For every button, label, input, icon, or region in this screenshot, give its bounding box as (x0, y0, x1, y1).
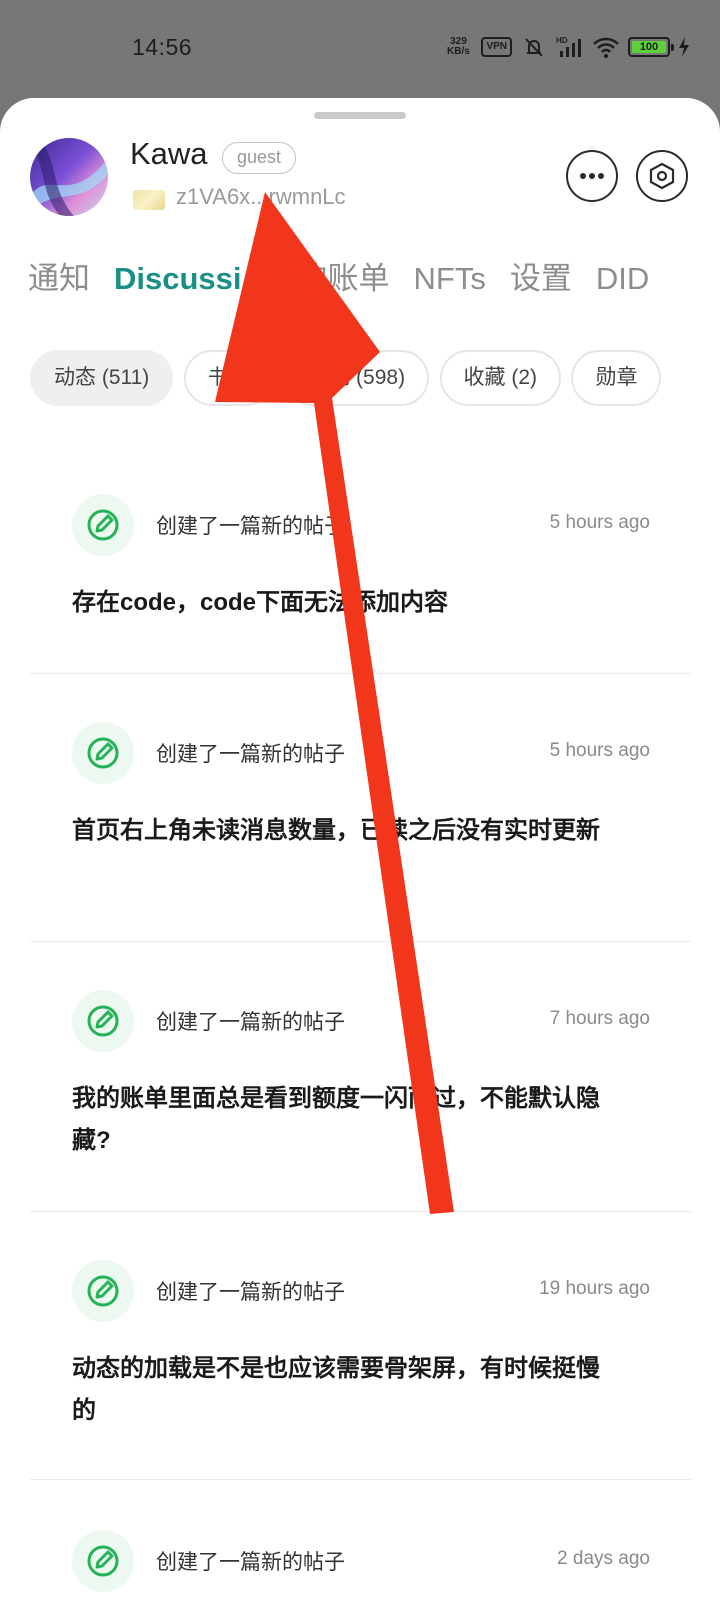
status-bar: 14:56 329 KB/s VPN HD 100 (0, 0, 720, 96)
more-dots-icon (580, 173, 604, 179)
profile-sheet: Kawa guest z1VA6x...rwmnLc 通知 Discussi 我… (0, 98, 720, 1600)
chip-favorites[interactable]: 收藏 (2) (439, 350, 562, 406)
post-title[interactable]: 我的账单里面总是看到额度一闪而过，不能默认隐藏? (72, 1078, 602, 1162)
list-item[interactable]: 创建了一篇新的帖子 5 hours ago 存在code，code下面无法添加内… (30, 494, 692, 674)
avatar-image (30, 138, 108, 216)
avatar[interactable] (30, 138, 108, 216)
battery-icon: 100 (628, 37, 674, 57)
charging-icon (679, 37, 689, 57)
chip-badges[interactable]: 勋章 (571, 350, 662, 406)
activity-time: 19 hours ago (539, 1278, 650, 1299)
tab-discussions[interactable]: Discussi (114, 254, 242, 304)
chip-comments[interactable]: 评论 (598) (284, 350, 430, 406)
activity-label: 创建了一篇新的帖子 (156, 1011, 345, 1034)
vpn-icon: VPN (481, 37, 512, 57)
hexagon-settings-icon (649, 162, 675, 190)
pencil-icon (72, 1260, 134, 1322)
drag-handle[interactable] (314, 112, 406, 119)
role-badge: guest (222, 142, 297, 174)
tab-settings[interactable]: 设置 (510, 254, 572, 304)
activity-time: 7 hours ago (549, 1008, 650, 1029)
main-tabs: 通知 Discussi 我的账单 NFTs 设置 DID (28, 254, 649, 304)
activity-label: 创建了一篇新的帖子 (156, 1281, 345, 1304)
settings-button[interactable] (636, 150, 688, 202)
activity-label: 创建了一篇新的帖子 (156, 743, 345, 766)
activity-label: 创建了一篇新的帖子 (156, 515, 345, 538)
list-item[interactable]: 创建了一篇新的帖子 2 days ago (30, 1530, 692, 1600)
pencil-icon (72, 722, 134, 784)
wallet-address[interactable]: z1VA6x...rwmnLc (176, 184, 346, 210)
activity-time: 5 hours ago (549, 740, 650, 761)
tab-notifications[interactable]: 通知 (28, 254, 90, 304)
post-title[interactable]: 动态的加载是不是也应该需要骨架屏，有时候挺慢的 (72, 1348, 602, 1432)
activity-time: 2 days ago (557, 1548, 650, 1569)
wallet-icon (133, 190, 165, 210)
battery-level: 100 (632, 41, 666, 53)
user-name: Kawa (130, 136, 208, 171)
chip-bookmarks[interactable]: 书签 (183, 350, 274, 406)
mute-bell-icon (525, 38, 543, 57)
chip-activity[interactable]: 动态 (511) (30, 350, 174, 406)
status-icons: 329 KB/s VPN HD 100 (443, 33, 690, 61)
network-speed: 329 KB/s (447, 36, 470, 57)
status-time: 14:56 (132, 34, 193, 60)
list-item[interactable]: 创建了一篇新的帖子 7 hours ago 我的账单里面总是看到额度一闪而过，不… (30, 990, 692, 1212)
tab-did[interactable]: DID (596, 254, 649, 304)
post-title[interactable]: 首页右上角未读消息数量，已读之后没有实时更新 (72, 810, 602, 852)
tab-my-bills[interactable]: 我的账单 (266, 254, 390, 304)
pencil-icon (72, 494, 134, 556)
list-item[interactable]: 创建了一篇新的帖子 5 hours ago 首页右上角未读消息数量，已读之后没有… (30, 722, 692, 942)
tab-nfts[interactable]: NFTs (414, 254, 486, 304)
svg-text:HD: HD (556, 36, 568, 45)
signal-icon: HD (556, 36, 581, 57)
activity-time: 5 hours ago (549, 512, 650, 533)
pencil-icon (72, 1530, 134, 1592)
wifi-icon (593, 37, 619, 58)
more-button[interactable] (566, 150, 618, 202)
filter-chips: 动态 (511) 书签 评论 (598) 收藏 (2) 勋章 (30, 350, 666, 408)
list-item[interactable]: 创建了一篇新的帖子 19 hours ago 动态的加载是不是也应该需要骨架屏，… (30, 1260, 692, 1480)
activity-label: 创建了一篇新的帖子 (156, 1551, 345, 1574)
post-title[interactable]: 存在code，code下面无法添加内容 (72, 582, 602, 624)
pencil-icon (72, 990, 134, 1052)
